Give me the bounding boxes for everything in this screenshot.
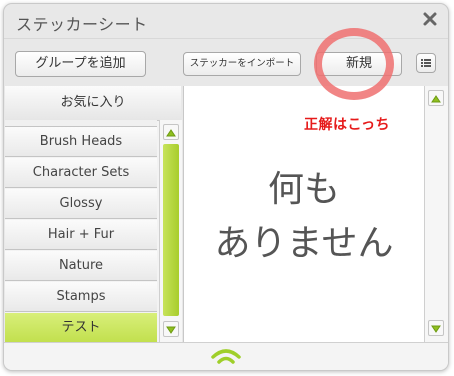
category-stamps[interactable]: Stamps bbox=[5, 282, 157, 312]
sidebar-scrollbar[interactable] bbox=[159, 120, 182, 342]
category-hair-fur[interactable]: Hair + Fur bbox=[5, 220, 157, 250]
sidebar: お気に入り Brush Heads Character Sets Glossy … bbox=[5, 86, 182, 342]
empty-message-line2: ありません bbox=[214, 223, 394, 264]
list-menu-icon[interactable] bbox=[416, 53, 436, 73]
category-nature[interactable]: Nature bbox=[5, 251, 157, 281]
titlebar: ステッカーシート bbox=[4, 4, 448, 38]
favorites-header[interactable]: お気に入り bbox=[5, 86, 181, 121]
category-list: Brush Heads Character Sets Glossy Hair +… bbox=[5, 120, 157, 342]
wifi-signal-icon[interactable] bbox=[209, 345, 243, 370]
content-scrollbar[interactable] bbox=[424, 86, 448, 342]
window-title: ステッカーシート bbox=[16, 15, 148, 34]
sidebar-scroll-thumb[interactable] bbox=[163, 144, 179, 316]
triangle-up-icon[interactable] bbox=[163, 124, 179, 140]
category-brush-heads[interactable]: Brush Heads bbox=[5, 127, 157, 157]
category-glossy[interactable]: Glossy bbox=[5, 189, 157, 219]
annotation-text: 正解はこっち bbox=[304, 117, 391, 133]
new-button[interactable]: 新規 bbox=[316, 52, 402, 76]
footer-bar bbox=[4, 342, 448, 370]
close-icon[interactable] bbox=[422, 11, 438, 27]
triangle-up-icon[interactable] bbox=[428, 90, 444, 106]
empty-message-line1: 何も bbox=[267, 169, 340, 210]
sticker-sheet-window: ステッカーシート グループを追加 ステッカーをインポート 新規 お気に入り Br… bbox=[3, 3, 449, 371]
list-item-partial bbox=[5, 120, 157, 127]
category-character-sets[interactable]: Character Sets bbox=[5, 158, 157, 188]
add-group-button[interactable]: グループを追加 bbox=[15, 51, 146, 77]
triangle-down-icon[interactable] bbox=[428, 320, 444, 336]
import-stickers-button[interactable]: ステッカーをインポート bbox=[183, 52, 301, 76]
toolbar: グループを追加 ステッカーをインポート 新規 bbox=[4, 38, 448, 87]
triangle-down-icon[interactable] bbox=[163, 321, 179, 337]
category-test-selected[interactable]: テスト bbox=[5, 313, 157, 342]
